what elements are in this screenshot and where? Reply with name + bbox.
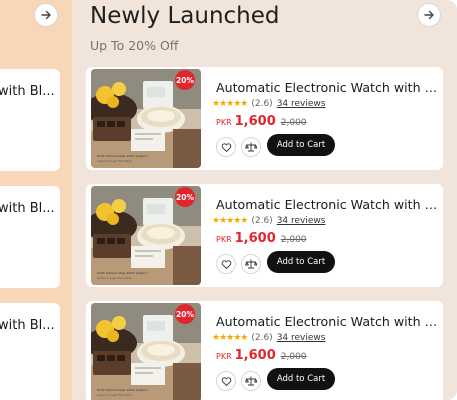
old-price: 2,000 bbox=[280, 118, 307, 128]
price-row: PKR 1,600 2,000 bbox=[216, 114, 307, 129]
add-to-cart-button[interactable]: Add to Cart bbox=[267, 368, 335, 390]
price: 1,600 bbox=[234, 348, 276, 363]
old-price: 2,000 bbox=[280, 235, 307, 245]
svg-text:Lemon & Sugar Face Mask: Lemon & Sugar Face Mask bbox=[97, 393, 132, 397]
section-subtitle: Up To 20% Off bbox=[90, 38, 179, 53]
left-carousel-next-button[interactable] bbox=[34, 3, 58, 27]
arrow-right-icon bbox=[41, 10, 51, 20]
left-product-title: with Bl... bbox=[0, 84, 55, 99]
star-rating-icon: ★★★★★ bbox=[212, 99, 248, 109]
section-next-button[interactable] bbox=[417, 3, 441, 27]
compare-button[interactable] bbox=[241, 371, 261, 391]
heart-icon bbox=[221, 142, 231, 152]
price-row: PKR 1,600 2,000 bbox=[216, 348, 307, 363]
discount-badge: 20% bbox=[175, 304, 195, 324]
rating-value: (2.6) bbox=[251, 99, 273, 109]
arrow-right-icon bbox=[424, 10, 434, 20]
price-currency: PKR bbox=[216, 235, 232, 244]
discount-badge: 20% bbox=[175, 70, 195, 90]
price-currency: PKR bbox=[216, 352, 232, 361]
rating-row: ★★★★★ (2.6) 34 reviews bbox=[212, 99, 325, 109]
wishlist-button[interactable] bbox=[216, 137, 236, 157]
left-product-title: with Bl... bbox=[0, 201, 55, 216]
price: 1,600 bbox=[234, 231, 276, 246]
price-currency: PKR bbox=[216, 118, 232, 127]
reviews-link[interactable]: 34 reviews bbox=[277, 333, 326, 343]
left-product-card[interactable]: with Bl... bbox=[0, 69, 60, 171]
rating-row: ★★★★★ (2.6) 34 reviews bbox=[212, 216, 325, 226]
heart-icon bbox=[221, 259, 231, 269]
compare-scale-icon bbox=[245, 376, 257, 386]
add-to-cart-button[interactable]: Add to Cart bbox=[267, 134, 335, 156]
add-to-cart-button[interactable]: Add to Cart bbox=[267, 251, 335, 273]
svg-text:Earth Harbour Raw 100% Organic: Earth Harbour Raw 100% Organic bbox=[97, 271, 148, 275]
heart-icon bbox=[221, 376, 231, 386]
rating-row: ★★★★★ (2.6) 34 reviews bbox=[212, 333, 325, 343]
product-card[interactable]: Earth Harbour Raw 100% Organic Lemon & S… bbox=[86, 184, 443, 287]
compare-scale-icon bbox=[245, 142, 257, 152]
svg-text:Earth Harbour Raw 100% Organic: Earth Harbour Raw 100% Organic bbox=[97, 388, 148, 392]
svg-text:Lemon & Sugar Face Mask: Lemon & Sugar Face Mask bbox=[97, 159, 132, 163]
product-title[interactable]: Automatic Electronic Watch with Bl... bbox=[216, 80, 438, 95]
reviews-link[interactable]: 34 reviews bbox=[277, 216, 326, 226]
compare-button[interactable] bbox=[241, 137, 261, 157]
price: 1,600 bbox=[234, 114, 276, 129]
svg-text:Lemon & Sugar Face Mask: Lemon & Sugar Face Mask bbox=[97, 276, 132, 280]
product-title[interactable]: Automatic Electronic Watch with Bl... bbox=[216, 314, 438, 329]
compare-button[interactable] bbox=[241, 254, 261, 274]
left-carousel: with Bl... with Bl... with Bl... bbox=[0, 0, 72, 400]
svg-text:Earth Harbour Raw 100% Organic: Earth Harbour Raw 100% Organic bbox=[97, 154, 148, 158]
product-title[interactable]: Automatic Electronic Watch with Bl... bbox=[216, 197, 438, 212]
compare-scale-icon bbox=[245, 259, 257, 269]
wishlist-button[interactable] bbox=[216, 371, 236, 391]
wishlist-button[interactable] bbox=[216, 254, 236, 274]
rating-value: (2.6) bbox=[251, 216, 273, 226]
left-product-title: with Bl... bbox=[0, 318, 55, 333]
star-rating-icon: ★★★★★ bbox=[212, 333, 248, 343]
reviews-link[interactable]: 34 reviews bbox=[277, 99, 326, 109]
rating-value: (2.6) bbox=[251, 333, 273, 343]
left-product-card[interactable]: with Bl... bbox=[0, 303, 60, 400]
discount-badge: 20% bbox=[175, 187, 195, 207]
old-price: 2,000 bbox=[280, 352, 307, 362]
section-title: Newly Launched bbox=[90, 3, 280, 29]
star-rating-icon: ★★★★★ bbox=[212, 216, 248, 226]
product-card[interactable]: Earth Harbour Raw 100% Organic Lemon & S… bbox=[86, 301, 443, 400]
newly-launched-section: Newly Launched Up To 20% Off Earth Harbo… bbox=[72, 0, 457, 400]
product-card[interactable]: Earth Harbour Raw 100% Organic Lemon & S… bbox=[86, 67, 443, 170]
left-product-card[interactable]: with Bl... bbox=[0, 186, 60, 288]
price-row: PKR 1,600 2,000 bbox=[216, 231, 307, 246]
